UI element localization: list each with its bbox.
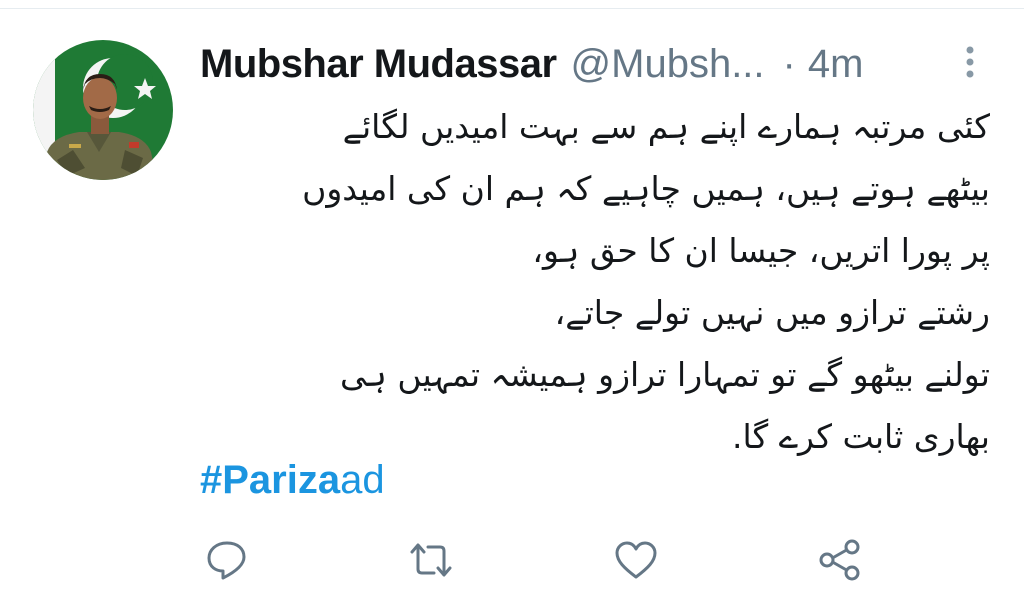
hashtag-link[interactable]: #Parizaad — [200, 458, 385, 503]
like-icon — [615, 541, 657, 579]
share-button[interactable] — [816, 536, 864, 584]
tweet-text-line: کئی مرتبہ ہمارے اپنے ہم سے بہت امیدیں لگ… — [342, 107, 990, 146]
tweet-actions — [0, 536, 1024, 586]
share-icon — [819, 539, 860, 581]
tweet-text-line: بیٹھے ہوتے ہیں، ہمیں چاہیے کہ ہم ان کی ا… — [302, 169, 990, 208]
reply-button[interactable] — [203, 536, 251, 584]
tweet-text: کئی مرتبہ ہمارے اپنے ہم سے بہت امیدیں لگ… — [200, 96, 990, 468]
top-divider — [0, 8, 1024, 9]
hashtag-bold-part: #Pariza — [200, 458, 341, 502]
avatar-image — [33, 40, 173, 180]
author-name[interactable]: Mubshar Mudassar — [200, 42, 557, 87]
reply-icon — [207, 541, 246, 580]
author-handle[interactable]: @Mubsh... — [571, 42, 765, 87]
tweet-text-line: رشتے ترازو میں نہیں تولے جاتے، — [554, 293, 990, 332]
tweet-text-line: پر پورا اتریں، جیسا ان کا حق ہو، — [532, 231, 990, 270]
avatar[interactable] — [33, 40, 173, 180]
tweet-header: Mubshar Mudassar @Mubsh... · 4m — [200, 36, 990, 92]
tweet-timestamp[interactable]: 4m — [808, 42, 864, 87]
tweet-text-line: تولنے بیٹھو گے تو تمہارا ترازو ہمیشہ تمہ… — [340, 355, 990, 394]
retweet-icon — [410, 543, 452, 577]
like-button[interactable] — [612, 536, 660, 584]
retweet-button[interactable] — [407, 536, 455, 584]
more-vertical-icon — [966, 46, 974, 78]
more-options-button[interactable] — [958, 42, 982, 82]
hashtag-rest-part: ad — [340, 458, 385, 502]
header-separator: · — [782, 41, 796, 86]
